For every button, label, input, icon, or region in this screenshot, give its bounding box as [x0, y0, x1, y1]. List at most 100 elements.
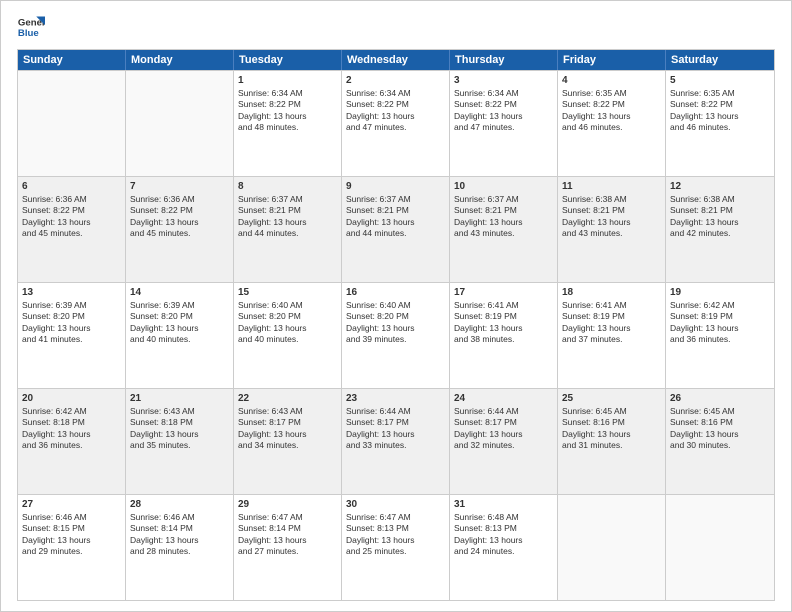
day-number: 21 — [130, 392, 229, 405]
day-info: Sunrise: 6:42 AM Sunset: 8:19 PM Dayligh… — [670, 300, 770, 346]
day-number: 16 — [346, 286, 445, 299]
day-info: Sunrise: 6:43 AM Sunset: 8:17 PM Dayligh… — [238, 406, 337, 452]
day-number: 1 — [238, 74, 337, 87]
calendar-row: 20Sunrise: 6:42 AM Sunset: 8:18 PM Dayli… — [18, 388, 774, 494]
day-info: Sunrise: 6:40 AM Sunset: 8:20 PM Dayligh… — [238, 300, 337, 346]
day-info: Sunrise: 6:34 AM Sunset: 8:22 PM Dayligh… — [238, 88, 337, 134]
calendar-cell: 20Sunrise: 6:42 AM Sunset: 8:18 PM Dayli… — [18, 389, 126, 494]
calendar-cell: 16Sunrise: 6:40 AM Sunset: 8:20 PM Dayli… — [342, 283, 450, 388]
calendar-cell: 22Sunrise: 6:43 AM Sunset: 8:17 PM Dayli… — [234, 389, 342, 494]
calendar-cell — [126, 71, 234, 176]
day-number: 25 — [562, 392, 661, 405]
day-info: Sunrise: 6:34 AM Sunset: 8:22 PM Dayligh… — [346, 88, 445, 134]
day-info: Sunrise: 6:40 AM Sunset: 8:20 PM Dayligh… — [346, 300, 445, 346]
day-info: Sunrise: 6:45 AM Sunset: 8:16 PM Dayligh… — [562, 406, 661, 452]
calendar-cell: 4Sunrise: 6:35 AM Sunset: 8:22 PM Daylig… — [558, 71, 666, 176]
day-info: Sunrise: 6:36 AM Sunset: 8:22 PM Dayligh… — [130, 194, 229, 240]
calendar-cell: 28Sunrise: 6:46 AM Sunset: 8:14 PM Dayli… — [126, 495, 234, 600]
day-number: 26 — [670, 392, 770, 405]
day-info: Sunrise: 6:45 AM Sunset: 8:16 PM Dayligh… — [670, 406, 770, 452]
day-info: Sunrise: 6:35 AM Sunset: 8:22 PM Dayligh… — [670, 88, 770, 134]
calendar-cell: 30Sunrise: 6:47 AM Sunset: 8:13 PM Dayli… — [342, 495, 450, 600]
day-number: 30 — [346, 498, 445, 511]
day-number: 15 — [238, 286, 337, 299]
calendar-cell: 21Sunrise: 6:43 AM Sunset: 8:18 PM Dayli… — [126, 389, 234, 494]
cal-header-day: Saturday — [666, 50, 774, 70]
day-info: Sunrise: 6:44 AM Sunset: 8:17 PM Dayligh… — [346, 406, 445, 452]
calendar-cell: 6Sunrise: 6:36 AM Sunset: 8:22 PM Daylig… — [18, 177, 126, 282]
calendar-cell: 15Sunrise: 6:40 AM Sunset: 8:20 PM Dayli… — [234, 283, 342, 388]
day-info: Sunrise: 6:36 AM Sunset: 8:22 PM Dayligh… — [22, 194, 121, 240]
calendar-cell: 18Sunrise: 6:41 AM Sunset: 8:19 PM Dayli… — [558, 283, 666, 388]
day-info: Sunrise: 6:46 AM Sunset: 8:14 PM Dayligh… — [130, 512, 229, 558]
day-number: 27 — [22, 498, 121, 511]
day-info: Sunrise: 6:35 AM Sunset: 8:22 PM Dayligh… — [562, 88, 661, 134]
day-number: 13 — [22, 286, 121, 299]
day-number: 12 — [670, 180, 770, 193]
day-info: Sunrise: 6:47 AM Sunset: 8:13 PM Dayligh… — [346, 512, 445, 558]
calendar-cell: 9Sunrise: 6:37 AM Sunset: 8:21 PM Daylig… — [342, 177, 450, 282]
calendar-cell: 1Sunrise: 6:34 AM Sunset: 8:22 PM Daylig… — [234, 71, 342, 176]
calendar-cell: 31Sunrise: 6:48 AM Sunset: 8:13 PM Dayli… — [450, 495, 558, 600]
day-info: Sunrise: 6:38 AM Sunset: 8:21 PM Dayligh… — [670, 194, 770, 240]
day-info: Sunrise: 6:43 AM Sunset: 8:18 PM Dayligh… — [130, 406, 229, 452]
logo: General Blue — [17, 13, 45, 41]
calendar: SundayMondayTuesdayWednesdayThursdayFrid… — [17, 49, 775, 601]
day-info: Sunrise: 6:48 AM Sunset: 8:13 PM Dayligh… — [454, 512, 553, 558]
day-number: 22 — [238, 392, 337, 405]
calendar-cell: 7Sunrise: 6:36 AM Sunset: 8:22 PM Daylig… — [126, 177, 234, 282]
day-number: 6 — [22, 180, 121, 193]
calendar-cell: 23Sunrise: 6:44 AM Sunset: 8:17 PM Dayli… — [342, 389, 450, 494]
day-number: 10 — [454, 180, 553, 193]
calendar-cell: 10Sunrise: 6:37 AM Sunset: 8:21 PM Dayli… — [450, 177, 558, 282]
day-info: Sunrise: 6:39 AM Sunset: 8:20 PM Dayligh… — [22, 300, 121, 346]
day-number: 2 — [346, 74, 445, 87]
day-number: 5 — [670, 74, 770, 87]
calendar-row: 13Sunrise: 6:39 AM Sunset: 8:20 PM Dayli… — [18, 282, 774, 388]
calendar-cell — [18, 71, 126, 176]
day-number: 17 — [454, 286, 553, 299]
cal-header-day: Monday — [126, 50, 234, 70]
calendar-cell — [558, 495, 666, 600]
day-info: Sunrise: 6:47 AM Sunset: 8:14 PM Dayligh… — [238, 512, 337, 558]
day-number: 8 — [238, 180, 337, 193]
day-number: 20 — [22, 392, 121, 405]
calendar-cell: 25Sunrise: 6:45 AM Sunset: 8:16 PM Dayli… — [558, 389, 666, 494]
calendar-cell: 8Sunrise: 6:37 AM Sunset: 8:21 PM Daylig… — [234, 177, 342, 282]
cal-header-day: Tuesday — [234, 50, 342, 70]
svg-text:Blue: Blue — [18, 28, 39, 39]
calendar-cell: 3Sunrise: 6:34 AM Sunset: 8:22 PM Daylig… — [450, 71, 558, 176]
calendar-cell: 5Sunrise: 6:35 AM Sunset: 8:22 PM Daylig… — [666, 71, 774, 176]
calendar-body: 1Sunrise: 6:34 AM Sunset: 8:22 PM Daylig… — [18, 70, 774, 600]
day-info: Sunrise: 6:34 AM Sunset: 8:22 PM Dayligh… — [454, 88, 553, 134]
calendar-row: 27Sunrise: 6:46 AM Sunset: 8:15 PM Dayli… — [18, 494, 774, 600]
day-info: Sunrise: 6:41 AM Sunset: 8:19 PM Dayligh… — [562, 300, 661, 346]
calendar-row: 1Sunrise: 6:34 AM Sunset: 8:22 PM Daylig… — [18, 70, 774, 176]
calendar-cell: 26Sunrise: 6:45 AM Sunset: 8:16 PM Dayli… — [666, 389, 774, 494]
calendar-cell: 24Sunrise: 6:44 AM Sunset: 8:17 PM Dayli… — [450, 389, 558, 494]
day-number: 7 — [130, 180, 229, 193]
day-number: 11 — [562, 180, 661, 193]
calendar-cell: 2Sunrise: 6:34 AM Sunset: 8:22 PM Daylig… — [342, 71, 450, 176]
day-info: Sunrise: 6:37 AM Sunset: 8:21 PM Dayligh… — [454, 194, 553, 240]
cal-header-day: Sunday — [18, 50, 126, 70]
calendar-row: 6Sunrise: 6:36 AM Sunset: 8:22 PM Daylig… — [18, 176, 774, 282]
calendar-cell: 12Sunrise: 6:38 AM Sunset: 8:21 PM Dayli… — [666, 177, 774, 282]
day-number: 24 — [454, 392, 553, 405]
calendar-cell: 27Sunrise: 6:46 AM Sunset: 8:15 PM Dayli… — [18, 495, 126, 600]
day-info: Sunrise: 6:39 AM Sunset: 8:20 PM Dayligh… — [130, 300, 229, 346]
cal-header-day: Thursday — [450, 50, 558, 70]
day-info: Sunrise: 6:46 AM Sunset: 8:15 PM Dayligh… — [22, 512, 121, 558]
calendar-cell: 13Sunrise: 6:39 AM Sunset: 8:20 PM Dayli… — [18, 283, 126, 388]
day-info: Sunrise: 6:42 AM Sunset: 8:18 PM Dayligh… — [22, 406, 121, 452]
day-number: 29 — [238, 498, 337, 511]
day-info: Sunrise: 6:37 AM Sunset: 8:21 PM Dayligh… — [238, 194, 337, 240]
calendar-cell: 19Sunrise: 6:42 AM Sunset: 8:19 PM Dayli… — [666, 283, 774, 388]
calendar-header: SundayMondayTuesdayWednesdayThursdayFrid… — [18, 50, 774, 70]
day-number: 3 — [454, 74, 553, 87]
cal-header-day: Wednesday — [342, 50, 450, 70]
day-number: 9 — [346, 180, 445, 193]
day-info: Sunrise: 6:44 AM Sunset: 8:17 PM Dayligh… — [454, 406, 553, 452]
logo-icon: General Blue — [17, 13, 45, 41]
day-number: 23 — [346, 392, 445, 405]
